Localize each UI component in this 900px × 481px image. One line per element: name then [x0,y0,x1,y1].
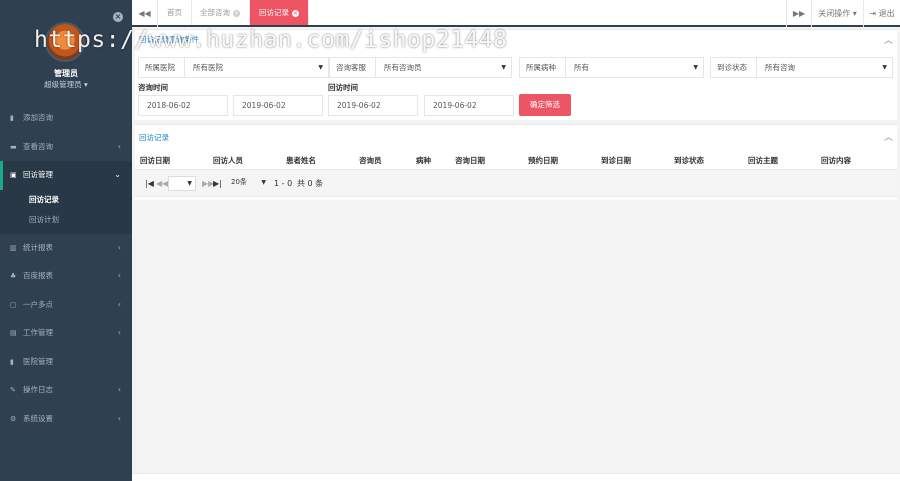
column-header[interactable]: 回访主题 [748,155,778,166]
gear-icon: ⚙ [10,414,17,423]
last-page-icon[interactable]: ▶| [213,170,222,197]
visit-end-date[interactable]: 2019-06-02 [424,95,514,116]
column-header[interactable]: 预约日期 [528,155,558,166]
sidebar-item-statistics[interactable]: ▥ 统计报表 ‹ [0,234,132,263]
hospital-label: 所属医院 [138,57,184,78]
close-actions-dropdown[interactable]: 关闭操作 ▾ [812,0,864,27]
caret-down-icon: ▼ [693,64,698,71]
collapse-icon[interactable]: ︿ [884,33,893,46]
sidebar-item-multi-point[interactable]: ▢ 一户多点 ‹ [0,291,132,320]
square-icon: ▢ [10,300,17,309]
caret-down-icon: ▼ [882,64,887,71]
avatar[interactable] [45,22,85,62]
chevron-left-icon: ‹ [117,242,121,252]
visit-start-date[interactable]: 2019-06-02 [328,95,418,116]
visit-status-select[interactable]: 所有咨询 ▼ [756,57,893,78]
paw-icon: ♣ [10,272,17,280]
column-header[interactable]: 咨询员 [359,155,382,166]
caret-down-icon: ▼ [261,179,266,186]
chevron-left-icon: ‹ [117,328,121,337]
footer [132,473,900,481]
sidebar-item-system-settings[interactable]: ⚙ 系统设置 ‹ [0,405,132,434]
tab-bar: ◀◀ 首页 全部咨询 × 回访记录 × ▶▶ 关闭操作 ▾ ⇥ 退出 [132,0,900,27]
consultant-label: 咨询客服 [329,57,375,78]
filter-panel: 回访记录查询条件 ︿ 所属医院 所有医院 ▼ 咨询客服 所有咨询员 ▼ 所属病种 所… [135,29,897,120]
chart-icon: ▥ [10,243,17,252]
close-icon[interactable]: × [233,9,240,17]
page-range: 1 - 0 [274,179,293,188]
column-header[interactable]: 患者姓名 [286,155,316,166]
consultant-select[interactable]: 所有咨询员 ▼ [375,57,512,78]
column-header[interactable]: 回访内容 [821,155,851,166]
chevron-left-icon: ‹ [117,413,121,423]
edit-icon: ✎ [10,386,16,394]
subnav: 回访记录 回访计划 [0,189,132,234]
sidebar-item-add-consult[interactable]: ▮ 添加咨询 [0,104,132,133]
sidebar-item-baidu-report[interactable]: ♣ 百度报表 ‹ [0,262,132,291]
sidebar-subitem-visit-records[interactable]: 回访记录 [0,190,132,210]
sidebar: × 管理员 超级管理员 ▾ ▮ 添加咨询 ▬ 查看咨询 ‹ ▣ 回访管理 ⌄ 回访记录 回… [0,0,132,481]
role-dropdown[interactable]: 超级管理员 ▾ [0,79,132,90]
pagination: |◀ ◀◀ ▼ ▶▶ ▶| 20条 ▼ 1 - 0 共 0 条 [135,170,897,197]
sidebar-item-operation-log[interactable]: ✎ 操作日志 ‹ [0,376,132,405]
monitor-icon: ▣ [10,171,17,179]
scroll-tabs-right-icon[interactable]: ▶▶ [786,0,812,27]
tab-visit-records[interactable]: 回访记录 × [250,0,309,25]
hospital-select[interactable]: 所有医院 ▼ [184,57,329,78]
list-icon: ▬ [10,142,17,151]
first-page-icon[interactable]: |◀ [145,170,154,197]
caret-down-icon: ▼ [501,64,506,71]
column-header[interactable]: 咨询日期 [455,155,485,166]
close-icon[interactable]: × [292,9,299,17]
chevron-down-icon: ⌄ [114,170,121,179]
column-header[interactable]: 病种 [416,155,431,166]
tab-all-consult[interactable]: 全部咨询 × [191,0,250,25]
consult-time-label: 咨询时间 [138,83,168,92]
document-icon: ▮ [10,357,14,366]
prev-page-icon[interactable]: ◀◀ [156,170,168,197]
disease-label: 所属病种 [519,57,565,78]
page-size-select[interactable]: 20条 ▼ [227,176,269,191]
consult-start-date[interactable]: 2018-06-02 [138,95,228,116]
column-header[interactable]: 到诊日期 [601,155,631,166]
sidebar-item-visit-management[interactable]: ▣ 回访管理 ⌄ [0,161,132,190]
records-panel-title: 回访记录 [139,133,169,142]
document-icon: ▮ [10,114,14,122]
username: 管理员 [54,69,78,78]
filter-panel-title: 回访记录查询条件 [139,35,199,44]
sidebar-nav: ▮ 添加咨询 ▬ 查看咨询 ‹ ▣ 回访管理 ⌄ 回访记录 回访计划 ▥ 统计报表 ‹ ♣ 百度… [0,104,132,433]
caret-down-icon: ▼ [187,180,192,187]
page-select[interactable]: ▼ [168,176,196,191]
sidebar-subitem-visit-plan[interactable]: 回访计划 [0,210,132,230]
chevron-left-icon: ‹ [117,299,121,309]
caret-down-icon: ▼ [318,64,323,71]
profile: 管理员 超级管理员 ▾ [0,0,132,100]
sidebar-item-view-consult[interactable]: ▬ 查看咨询 ‹ [0,133,132,162]
chevron-left-icon: ‹ [117,385,121,394]
chevron-left-icon: ‹ [117,271,121,280]
calendar-icon: ▤ [10,329,17,337]
consult-end-date[interactable]: 2019-06-02 [233,95,323,116]
visit-time-label: 回访时间 [328,83,358,92]
total-count: 共 0 条 [297,179,324,188]
column-header[interactable]: 到诊状态 [674,155,704,166]
collapse-icon[interactable]: ︿ [884,130,893,143]
sidebar-item-work-management[interactable]: ▤ 工作管理 ‹ [0,319,132,348]
disease-select[interactable]: 所有 ▼ [565,57,704,78]
column-header[interactable]: 回访日期 [140,155,170,166]
sidebar-item-hospital-management[interactable]: ▮ 医院管理 [0,348,132,377]
confirm-filter-button[interactable]: 确定筛选 [519,94,571,116]
records-panel: 回访记录 ︿ 回访日期 回访人员 患者姓名 咨询员 病种 咨询日期 预约日期 到… [135,124,897,200]
logout-button[interactable]: ⇥ 退出 [864,0,900,27]
tab-home[interactable]: 首页 [158,0,192,25]
scroll-tabs-left-icon[interactable]: ◀◀ [132,0,158,27]
column-header[interactable]: 回访人员 [213,155,243,166]
chevron-left-icon: ‹ [117,141,121,151]
visit-status-label: 到诊状态 [710,57,756,78]
